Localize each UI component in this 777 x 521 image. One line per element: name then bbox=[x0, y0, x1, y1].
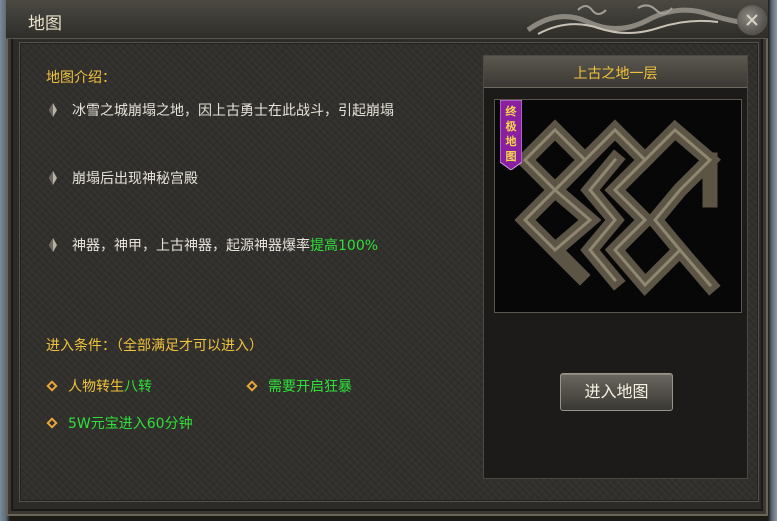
condition-item: 需要开启狂暴 bbox=[246, 376, 352, 396]
window-title: 地图 bbox=[28, 14, 62, 34]
condition-value: 5W元宝进入60分钟 bbox=[68, 416, 193, 432]
condition-value: 需要开启狂暴 bbox=[268, 379, 352, 395]
map-panel-header: 上古之地一层 bbox=[484, 56, 747, 88]
condition-item: 人物转生八转 bbox=[46, 376, 152, 396]
svg-text:地: 地 bbox=[506, 134, 517, 148]
maze-map-icon bbox=[514, 119, 722, 297]
intro-item: 神器，神甲，上古神器，起源神器爆率提高100% bbox=[48, 235, 378, 255]
dragon-ornament-icon bbox=[526, 4, 764, 35]
diamond-icon bbox=[246, 380, 258, 392]
close-icon bbox=[746, 14, 758, 26]
map-preview[interactable]: 终 极 地 图 bbox=[494, 99, 742, 313]
bullet-icon bbox=[49, 103, 57, 117]
intro-text: 冰雪之城崩塌之地，因上古勇士在此战斗，引起崩塌 bbox=[72, 103, 394, 119]
diamond-icon bbox=[46, 417, 58, 429]
intro-item: 冰雪之城崩塌之地，因上古勇士在此战斗，引起崩塌 bbox=[48, 100, 394, 120]
intro-item: 崩塌后出现神秘宫殿 bbox=[48, 168, 198, 188]
svg-text:图: 图 bbox=[506, 150, 517, 163]
map-name: 上古之地一层 bbox=[573, 66, 658, 82]
svg-text:极: 极 bbox=[506, 119, 518, 133]
enter-map-button[interactable]: 进入地图 bbox=[560, 373, 673, 411]
intro-highlight: 提高100% bbox=[310, 238, 379, 254]
svg-text:终: 终 bbox=[506, 104, 518, 118]
badge-ribbon-icon: 终 极 地 图 bbox=[500, 100, 522, 170]
intro-text: 崩塌后出现神秘宫殿 bbox=[72, 171, 198, 187]
bullet-icon bbox=[49, 238, 57, 252]
conditions-heading: 进入条件：（全部满足才可以进入） bbox=[46, 338, 263, 354]
condition-value: 八转 bbox=[124, 379, 152, 395]
intro-text: 神器，神甲，上古神器，起源神器爆率 bbox=[72, 238, 310, 254]
bullet-icon bbox=[49, 171, 57, 185]
intro-heading: 地图介绍： bbox=[46, 70, 116, 86]
close-button[interactable] bbox=[737, 5, 767, 35]
condition-label: 人物转生 bbox=[68, 379, 124, 395]
diamond-icon bbox=[46, 380, 58, 392]
content-panel: 地图介绍： 冰雪之城崩塌之地，因上古勇士在此战斗，引起崩塌 崩塌后出现神秘宫殿 … bbox=[19, 42, 759, 502]
condition-item: 5W元宝进入60分钟 bbox=[46, 413, 193, 433]
map-panel: 上古之地一层 终 极 地 图 进入地图 bbox=[483, 55, 748, 479]
